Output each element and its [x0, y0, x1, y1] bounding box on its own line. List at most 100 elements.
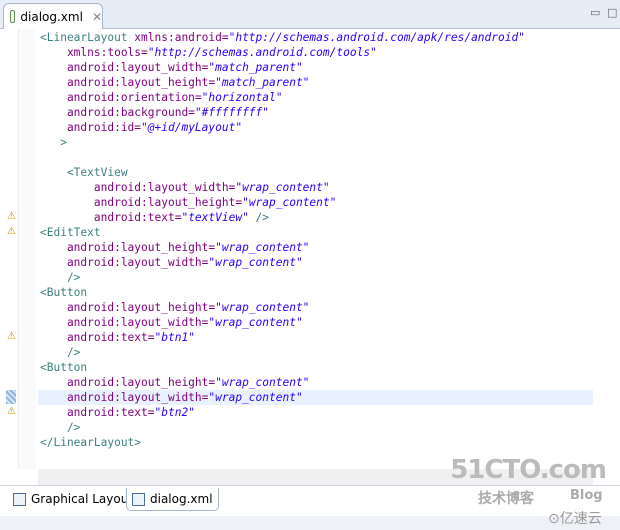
- code-token: "btn1": [154, 331, 195, 344]
- watermark-sub: 技术博客: [478, 491, 534, 507]
- code-token: "http://schemas.android.com/tools": [147, 46, 377, 59]
- code-token: "wrap_content": [215, 241, 310, 254]
- code-line[interactable]: <TextView: [38, 165, 593, 180]
- code-line[interactable]: android:layout_width="match_parent": [38, 60, 593, 75]
- tab-dialog-xml[interactable]: dialog.xml ✕: [3, 3, 103, 29]
- code-token: android:layout_width=: [40, 256, 209, 269]
- code-token: "wrap_content": [242, 196, 337, 209]
- code-token: android:layout_height=: [40, 376, 216, 389]
- code-token: "@+id/myLayout": [141, 121, 243, 134]
- code-line[interactable]: <EditText: [38, 225, 593, 240]
- code-line[interactable]: android:layout_height="wrap_content": [38, 195, 593, 210]
- code-token: >: [40, 136, 67, 149]
- code-token: android:layout_width=: [40, 181, 236, 194]
- watermark-brand: ⊙亿速云: [548, 511, 602, 527]
- code-line[interactable]: android:layout_height="match_parent": [38, 75, 593, 90]
- code-token: <LinearLayout: [40, 31, 135, 44]
- code-token: "wrap_content": [215, 301, 310, 314]
- code-token: "btn2": [154, 406, 195, 419]
- code-token: "wrap_content": [208, 316, 303, 329]
- code-line[interactable]: android:layout_height="wrap_content": [38, 240, 593, 255]
- tab-graphical-layout[interactable]: Graphical Layout: [8, 488, 138, 510]
- warning-icon[interactable]: ⚠: [6, 212, 17, 222]
- code-line[interactable]: android:id="@+id/myLayout": [38, 120, 593, 135]
- code-line[interactable]: android:text="btn2": [38, 405, 593, 420]
- code-token: android:text=: [40, 331, 155, 344]
- warning-icon[interactable]: ⚠: [6, 332, 17, 342]
- editor-tab-bar: dialog.xml ✕ ▭ □: [0, 0, 620, 29]
- maximize-icon[interactable]: □: [607, 6, 617, 19]
- code-line[interactable]: android:background="#ffffffff": [38, 105, 593, 120]
- code-token: android:layout_width=: [40, 316, 209, 329]
- code-line[interactable]: android:orientation="horizontal": [38, 90, 593, 105]
- code-line[interactable]: android:layout_width="wrap_content": [38, 390, 593, 405]
- code-token: "wrap_content": [208, 391, 303, 404]
- code-token: <Button: [40, 286, 88, 299]
- code-line[interactable]: android:layout_height="wrap_content": [38, 375, 593, 390]
- tab-dialog-xml-source[interactable]: dialog.xml: [126, 488, 219, 511]
- code-area[interactable]: <LinearLayout xmlns:android="http://sche…: [38, 30, 593, 450]
- tab-label: Graphical Layout: [31, 492, 134, 506]
- code-token: <Button: [40, 361, 88, 374]
- code-token: <TextView: [40, 166, 128, 179]
- code-token: "wrap_content": [208, 256, 303, 269]
- code-line[interactable]: xmlns:tools="http://schemas.android.com/…: [38, 45, 593, 60]
- code-token: android:layout_width=: [40, 61, 209, 74]
- code-token: android:text=: [40, 211, 182, 224]
- occurrence-marker: [6, 390, 16, 404]
- code-line[interactable]: android:layout_width="wrap_content": [38, 315, 593, 330]
- gutter: [19, 29, 36, 469]
- code-token: android:layout_height=: [40, 196, 243, 209]
- watermark-logo: 51CTO.com: [450, 455, 607, 485]
- close-icon[interactable]: ✕: [92, 10, 102, 24]
- watermark-blog: Blog: [570, 488, 603, 503]
- code-line[interactable]: />: [38, 420, 593, 435]
- code-token: "textView": [181, 211, 249, 224]
- code-line[interactable]: android:layout_height="wrap_content": [38, 300, 593, 315]
- code-token: "wrap_content": [235, 181, 330, 194]
- code-line[interactable]: [38, 150, 593, 165]
- code-token: </LinearLayout>: [40, 436, 142, 449]
- code-token: android:background=: [40, 106, 195, 119]
- code-line[interactable]: </LinearLayout>: [38, 435, 593, 450]
- code-token: <EditText: [40, 226, 101, 239]
- tab-label: dialog.xml: [150, 492, 213, 506]
- code-token: "match_parent": [215, 76, 310, 89]
- code-line[interactable]: <Button: [38, 360, 593, 375]
- code-token: android:layout_width=: [40, 391, 209, 404]
- code-token: android:id=: [40, 121, 142, 134]
- code-token: "#ffffffff": [194, 106, 270, 119]
- code-token: android:text=: [40, 406, 155, 419]
- xml-editor[interactable]: ⚠ ⚠ ⚠ ⚠ <LinearLayout xmlns:android="http:/…: [0, 29, 620, 485]
- xml-source-icon: [132, 492, 145, 506]
- vertical-scrollbar[interactable]: [593, 29, 620, 469]
- code-token: />: [40, 346, 81, 359]
- code-token: android:orientation=: [40, 91, 202, 104]
- code-token: "horizontal": [201, 91, 283, 104]
- code-token: "match_parent": [208, 61, 303, 74]
- code-line[interactable]: android:text="btn1": [38, 330, 593, 345]
- layout-icon: [13, 492, 26, 506]
- code-line[interactable]: android:layout_width="wrap_content": [38, 255, 593, 270]
- code-token: android:layout_height=: [40, 76, 216, 89]
- code-line[interactable]: android:layout_width="wrap_content": [38, 180, 593, 195]
- warning-icon[interactable]: ⚠: [6, 407, 17, 417]
- minimize-icon[interactable]: ▭: [590, 6, 600, 19]
- code-token: xmlns:tools=: [40, 46, 148, 59]
- code-token: android:layout_height=: [40, 241, 216, 254]
- code-token: "http://schemas.android.com/apk/res/andr…: [228, 31, 525, 44]
- code-line[interactable]: />: [38, 345, 593, 360]
- code-token: />: [40, 421, 81, 434]
- code-line[interactable]: <LinearLayout xmlns:android="http://sche…: [38, 30, 593, 45]
- code-line[interactable]: />: [38, 270, 593, 285]
- code-line[interactable]: >: [38, 135, 593, 150]
- code-line[interactable]: <Button: [38, 285, 593, 300]
- code-token: />: [40, 271, 81, 284]
- code-token: />: [248, 211, 270, 224]
- code-token: android:layout_height=: [40, 301, 216, 314]
- xml-file-icon: [10, 10, 16, 23]
- footer-bar: [0, 516, 620, 530]
- warning-icon[interactable]: ⚠: [6, 227, 17, 237]
- code-token: "wrap_content": [215, 376, 310, 389]
- code-line[interactable]: android:text="textView" />: [38, 210, 593, 225]
